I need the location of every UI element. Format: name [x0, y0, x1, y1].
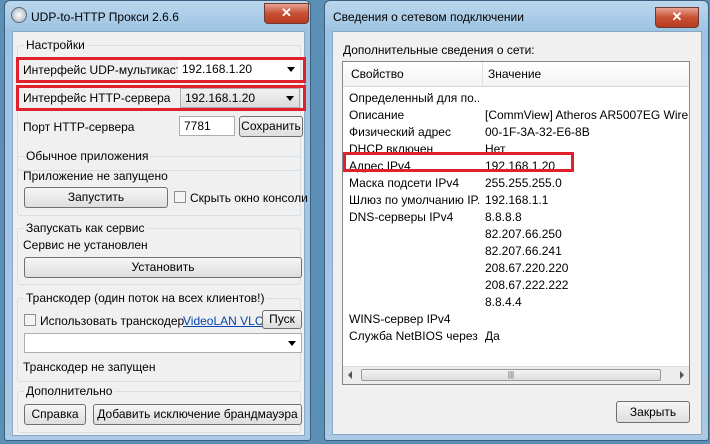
save-button[interactable]: Сохранить: [239, 116, 303, 137]
udp-proxy-window: UDP-to-HTTP Прокси 2.6.6 ✕ Настройки Инт…: [4, 0, 311, 441]
value-cell: 8.8.8.8: [485, 210, 522, 224]
app-icon: [11, 7, 27, 23]
scroll-left-icon[interactable]: [348, 371, 352, 379]
chevron-down-icon: [287, 67, 295, 72]
list-item[interactable]: Шлюз по умолчанию IP... 192.168.1.1: [343, 193, 689, 210]
firewall-exception-button[interactable]: Добавить исключение брандмауэра: [93, 404, 302, 425]
column-header-property[interactable]: Свойство: [351, 67, 404, 81]
value-cell: 82.207.66.250: [485, 227, 562, 241]
right-client-area: Дополнительные сведения о сети: Свойство…: [332, 31, 702, 435]
ipv4-highlight: [343, 152, 574, 172]
left-titlebar[interactable]: UDP-to-HTTP Прокси 2.6.6 ✕: [5, 1, 310, 31]
value-cell: 00-1F-3A-32-E6-8B: [485, 125, 590, 139]
app-status: Приложение не запущено: [23, 169, 168, 183]
horizontal-scrollbar[interactable]: |||: [343, 366, 689, 384]
property-cell: WINS-сервер IPv4: [349, 312, 451, 326]
use-transcoder-checkbox[interactable]: [24, 314, 36, 326]
property-cell: Физический адрес: [349, 125, 451, 139]
normal-app-legend: Обычное приложения: [24, 149, 151, 163]
property-cell: Маска подсети IPv4: [349, 176, 460, 190]
value-cell: 208.67.222.222: [485, 278, 569, 292]
http-interface-label: Интерфейс HTTP-сервера: [23, 91, 171, 105]
value-cell: [CommView] Atheros AR5007EG Wireless: [485, 108, 690, 122]
list-item[interactable]: Описание [CommView] Atheros AR5007EG Wire…: [343, 108, 690, 125]
start-button-label: Запустить: [67, 190, 125, 204]
list-item[interactable]: 8.8.4.4: [343, 295, 689, 312]
udp-interface-select[interactable]: 192.168.1.20: [178, 60, 300, 80]
property-cell: Определенный для по...: [349, 91, 479, 105]
transcoder-status: Транскодер не запущен: [23, 360, 156, 374]
vlc-link[interactable]: VideoLAN VLC: [183, 314, 264, 328]
service-status: Сервис не установлен: [23, 238, 148, 252]
hide-console-checkbox[interactable]: [174, 191, 186, 203]
port-value: 7781: [184, 119, 211, 133]
chevron-down-icon: [288, 341, 296, 346]
install-button-label: Установить: [131, 260, 195, 274]
left-window-title: UDP-to-HTTP Прокси 2.6.6: [31, 10, 179, 24]
column-header-value[interactable]: Значение: [488, 67, 541, 81]
list-item[interactable]: 208.67.220.220: [343, 261, 689, 278]
property-cell: Служба NetBIOS через...: [349, 329, 479, 343]
property-cell: DNS-серверы IPv4: [349, 210, 454, 224]
list-item[interactable]: 208.67.222.222: [343, 278, 689, 295]
transcoder-legend: Транскодер (один поток на всех клиентов!…: [24, 291, 267, 305]
property-cell: Описание: [349, 108, 405, 122]
property-cell: Шлюз по умолчанию IP...: [349, 193, 479, 207]
close-dialog-button[interactable]: Закрыть: [616, 401, 690, 423]
use-transcoder-label[interactable]: Использовать транскодер: [40, 314, 184, 328]
list-item[interactable]: 82.207.66.250: [343, 227, 689, 244]
http-interface-value: 192.168.1.20: [185, 91, 256, 105]
list-item[interactable]: Служба NetBIOS через... Да: [343, 329, 689, 346]
right-titlebar[interactable]: Сведения о сетевом подключении ✕: [325, 1, 708, 31]
extra-legend: Дополнительно: [24, 384, 115, 398]
browse-button[interactable]: Пуск: [262, 310, 302, 329]
left-client-area: Настройки Интерфейс UDP-мультикаст 192.1…: [12, 31, 308, 436]
list-item[interactable]: WINS-сервер IPv4: [343, 312, 689, 329]
help-button[interactable]: Справка: [24, 404, 86, 425]
chevron-down-icon: [286, 96, 294, 101]
value-cell: Да: [485, 329, 500, 343]
list-item[interactable]: DNS-серверы IPv4 8.8.8.8: [343, 210, 689, 227]
udp-interface-value: 192.168.1.20: [182, 62, 253, 76]
list-item[interactable]: 82.207.66.241: [343, 244, 689, 261]
value-cell: 208.67.220.220: [485, 261, 569, 275]
transcoder-select[interactable]: [24, 333, 302, 353]
network-details-window: Сведения о сетевом подключении ✕ Дополни…: [324, 0, 709, 441]
install-button[interactable]: Установить: [24, 257, 302, 278]
value-cell: 192.168.1.1: [485, 193, 549, 207]
value-cell: 82.207.66.241: [485, 244, 562, 258]
browse-button-label: Пуск: [269, 312, 295, 326]
port-input[interactable]: 7781: [179, 116, 235, 136]
port-label: Порт HTTP-сервера: [23, 120, 135, 134]
list-item[interactable]: Маска подсети IPv4 255.255.255.0: [343, 176, 689, 193]
help-button-label: Справка: [31, 407, 79, 421]
save-button-label: Сохранить: [241, 119, 301, 133]
scroll-thumb[interactable]: |||: [361, 369, 661, 381]
http-interface-select[interactable]: 192.168.1.20: [180, 88, 300, 108]
section-label: Дополнительные сведения о сети:: [343, 43, 535, 57]
service-legend: Запускать как сервис: [24, 221, 147, 235]
left-close-button[interactable]: ✕: [264, 3, 309, 24]
settings-legend: Настройки: [24, 38, 87, 52]
value-cell: 8.8.4.4: [485, 295, 522, 309]
right-close-button[interactable]: ✕: [655, 7, 699, 28]
udp-interface-label: Интерфейс UDP-мультикаст: [23, 63, 182, 77]
network-details-list[interactable]: Свойство Значение Определенный для по...…: [342, 61, 690, 385]
value-cell: 255.255.255.0: [485, 176, 562, 190]
column-divider: [482, 62, 483, 86]
scroll-right-icon[interactable]: [680, 371, 684, 379]
hide-console-label[interactable]: Скрыть окно консоли: [190, 191, 308, 205]
list-item[interactable]: Определенный для по...: [343, 91, 689, 108]
right-window-title: Сведения о сетевом подключении: [333, 10, 524, 24]
list-item[interactable]: Физический адрес 00-1F-3A-32-E6-8B: [343, 125, 689, 142]
close-dialog-button-label: Закрыть: [629, 405, 677, 419]
firewall-exception-button-label: Добавить исключение брандмауэра: [97, 407, 298, 421]
start-button[interactable]: Запустить: [24, 187, 168, 208]
list-header: Свойство Значение: [343, 62, 689, 87]
